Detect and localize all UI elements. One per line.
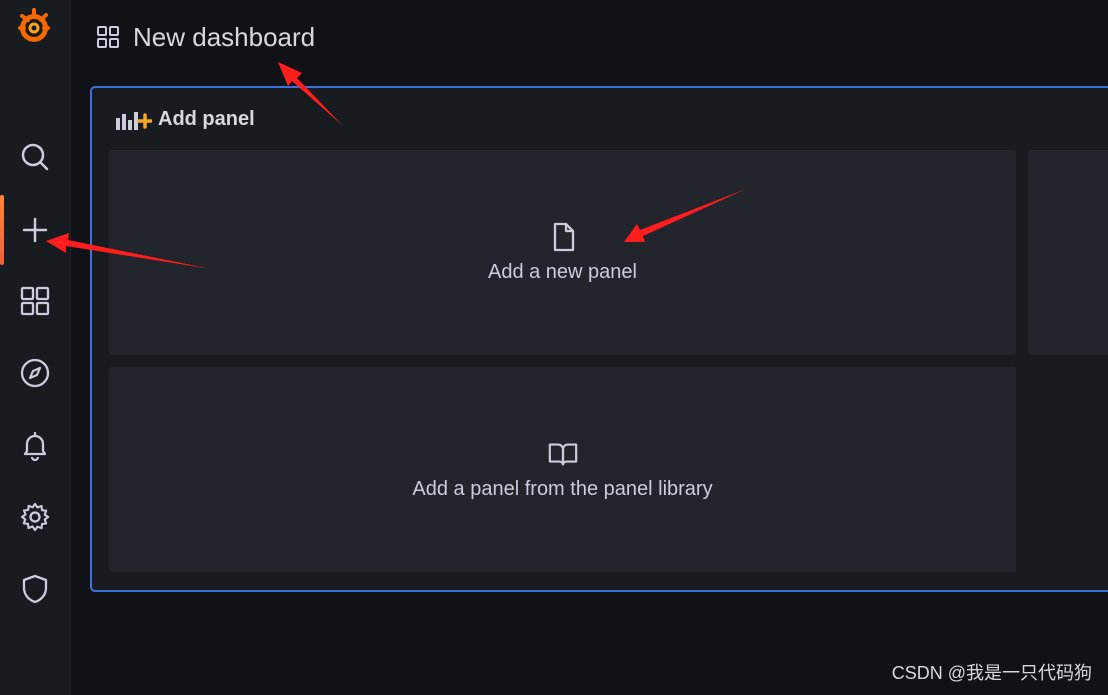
grafana-logo-icon[interactable] (14, 6, 54, 46)
create-nav-item[interactable] (0, 195, 70, 265)
shield-icon (22, 574, 48, 604)
server-admin-nav-item[interactable] (0, 559, 70, 619)
add-new-panel-button[interactable]: Add a new panel (109, 150, 1016, 355)
add-panel-icon (116, 111, 152, 130)
watermark: CSDN @我是一只代码狗 (891, 663, 1092, 683)
search-nav-item[interactable] (0, 127, 70, 187)
explore-nav-item[interactable] (0, 343, 70, 403)
bell-icon (23, 431, 47, 461)
add-library-panel-button[interactable]: Add a panel from the panel library (109, 367, 1016, 572)
paste-panel-card[interactable] (1028, 150, 1108, 355)
book-icon (548, 443, 577, 466)
dashboards-icon (20, 286, 50, 316)
configuration-nav-item[interactable] (0, 487, 70, 547)
plus-icon (22, 217, 48, 243)
page-title: New dashboard (133, 21, 316, 52)
sidebar (0, 0, 71, 695)
add-new-panel-label: Add a new panel (487, 261, 637, 283)
add-library-panel-label: Add a panel from the panel library (412, 478, 713, 500)
dashboards-icon (97, 26, 119, 48)
panel-header: Add panel (114, 108, 255, 131)
compass-icon (20, 358, 50, 388)
panel-header-label: Add panel (158, 108, 255, 130)
search-icon (21, 143, 49, 171)
alerting-nav-item[interactable] (0, 415, 70, 475)
gear-icon (20, 502, 50, 532)
file-icon (553, 222, 574, 252)
add-panel-widget: Add panel Add a new panel Add a panel fr… (90, 86, 1108, 592)
dashboards-nav-item[interactable] (0, 271, 70, 331)
dashboard-title[interactable]: New dashboard (96, 20, 315, 54)
